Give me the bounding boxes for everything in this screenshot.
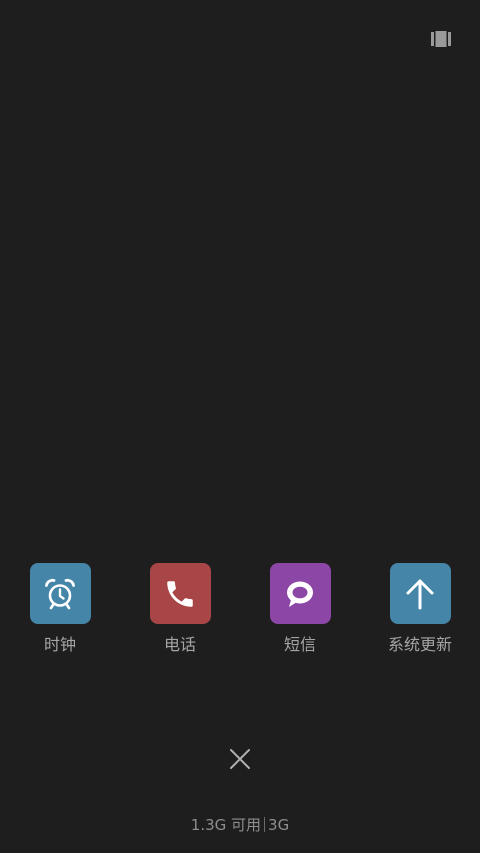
app-label-clock: 时钟 — [43, 635, 76, 654]
phone-tile — [149, 563, 211, 624]
layout-toggle-icon — [431, 31, 451, 47]
messages-tile — [269, 563, 331, 624]
clock-tile — [29, 563, 91, 624]
close-icon — [230, 749, 250, 769]
memory-status: 1.3G 可用 3G — [0, 815, 480, 835]
app-label-phone: 电话 — [163, 635, 196, 654]
app-phone[interactable]: 电话 — [120, 563, 240, 655]
alarm-clock-icon — [45, 578, 75, 609]
clear-recents-button[interactable] — [225, 744, 255, 774]
arrow-up-icon — [406, 579, 434, 609]
app-messages[interactable]: 短信 — [240, 563, 360, 655]
phone-icon — [167, 580, 193, 607]
memory-available: 1.3G 可用 — [190, 816, 262, 834]
app-system-update[interactable]: 系统更新 — [360, 563, 480, 655]
recent-apps-row: 时钟 电话 短信 系统更新 — [0, 563, 480, 663]
app-label-system-update: 系统更新 — [387, 635, 452, 654]
memory-separator — [264, 817, 266, 832]
chat-bubble-icon — [287, 581, 313, 607]
layout-toggle-button[interactable] — [426, 28, 456, 50]
system-update-tile — [389, 563, 451, 624]
memory-total: 3G — [268, 816, 290, 834]
app-label-messages: 短信 — [283, 635, 316, 654]
app-clock[interactable]: 时钟 — [0, 563, 120, 655]
